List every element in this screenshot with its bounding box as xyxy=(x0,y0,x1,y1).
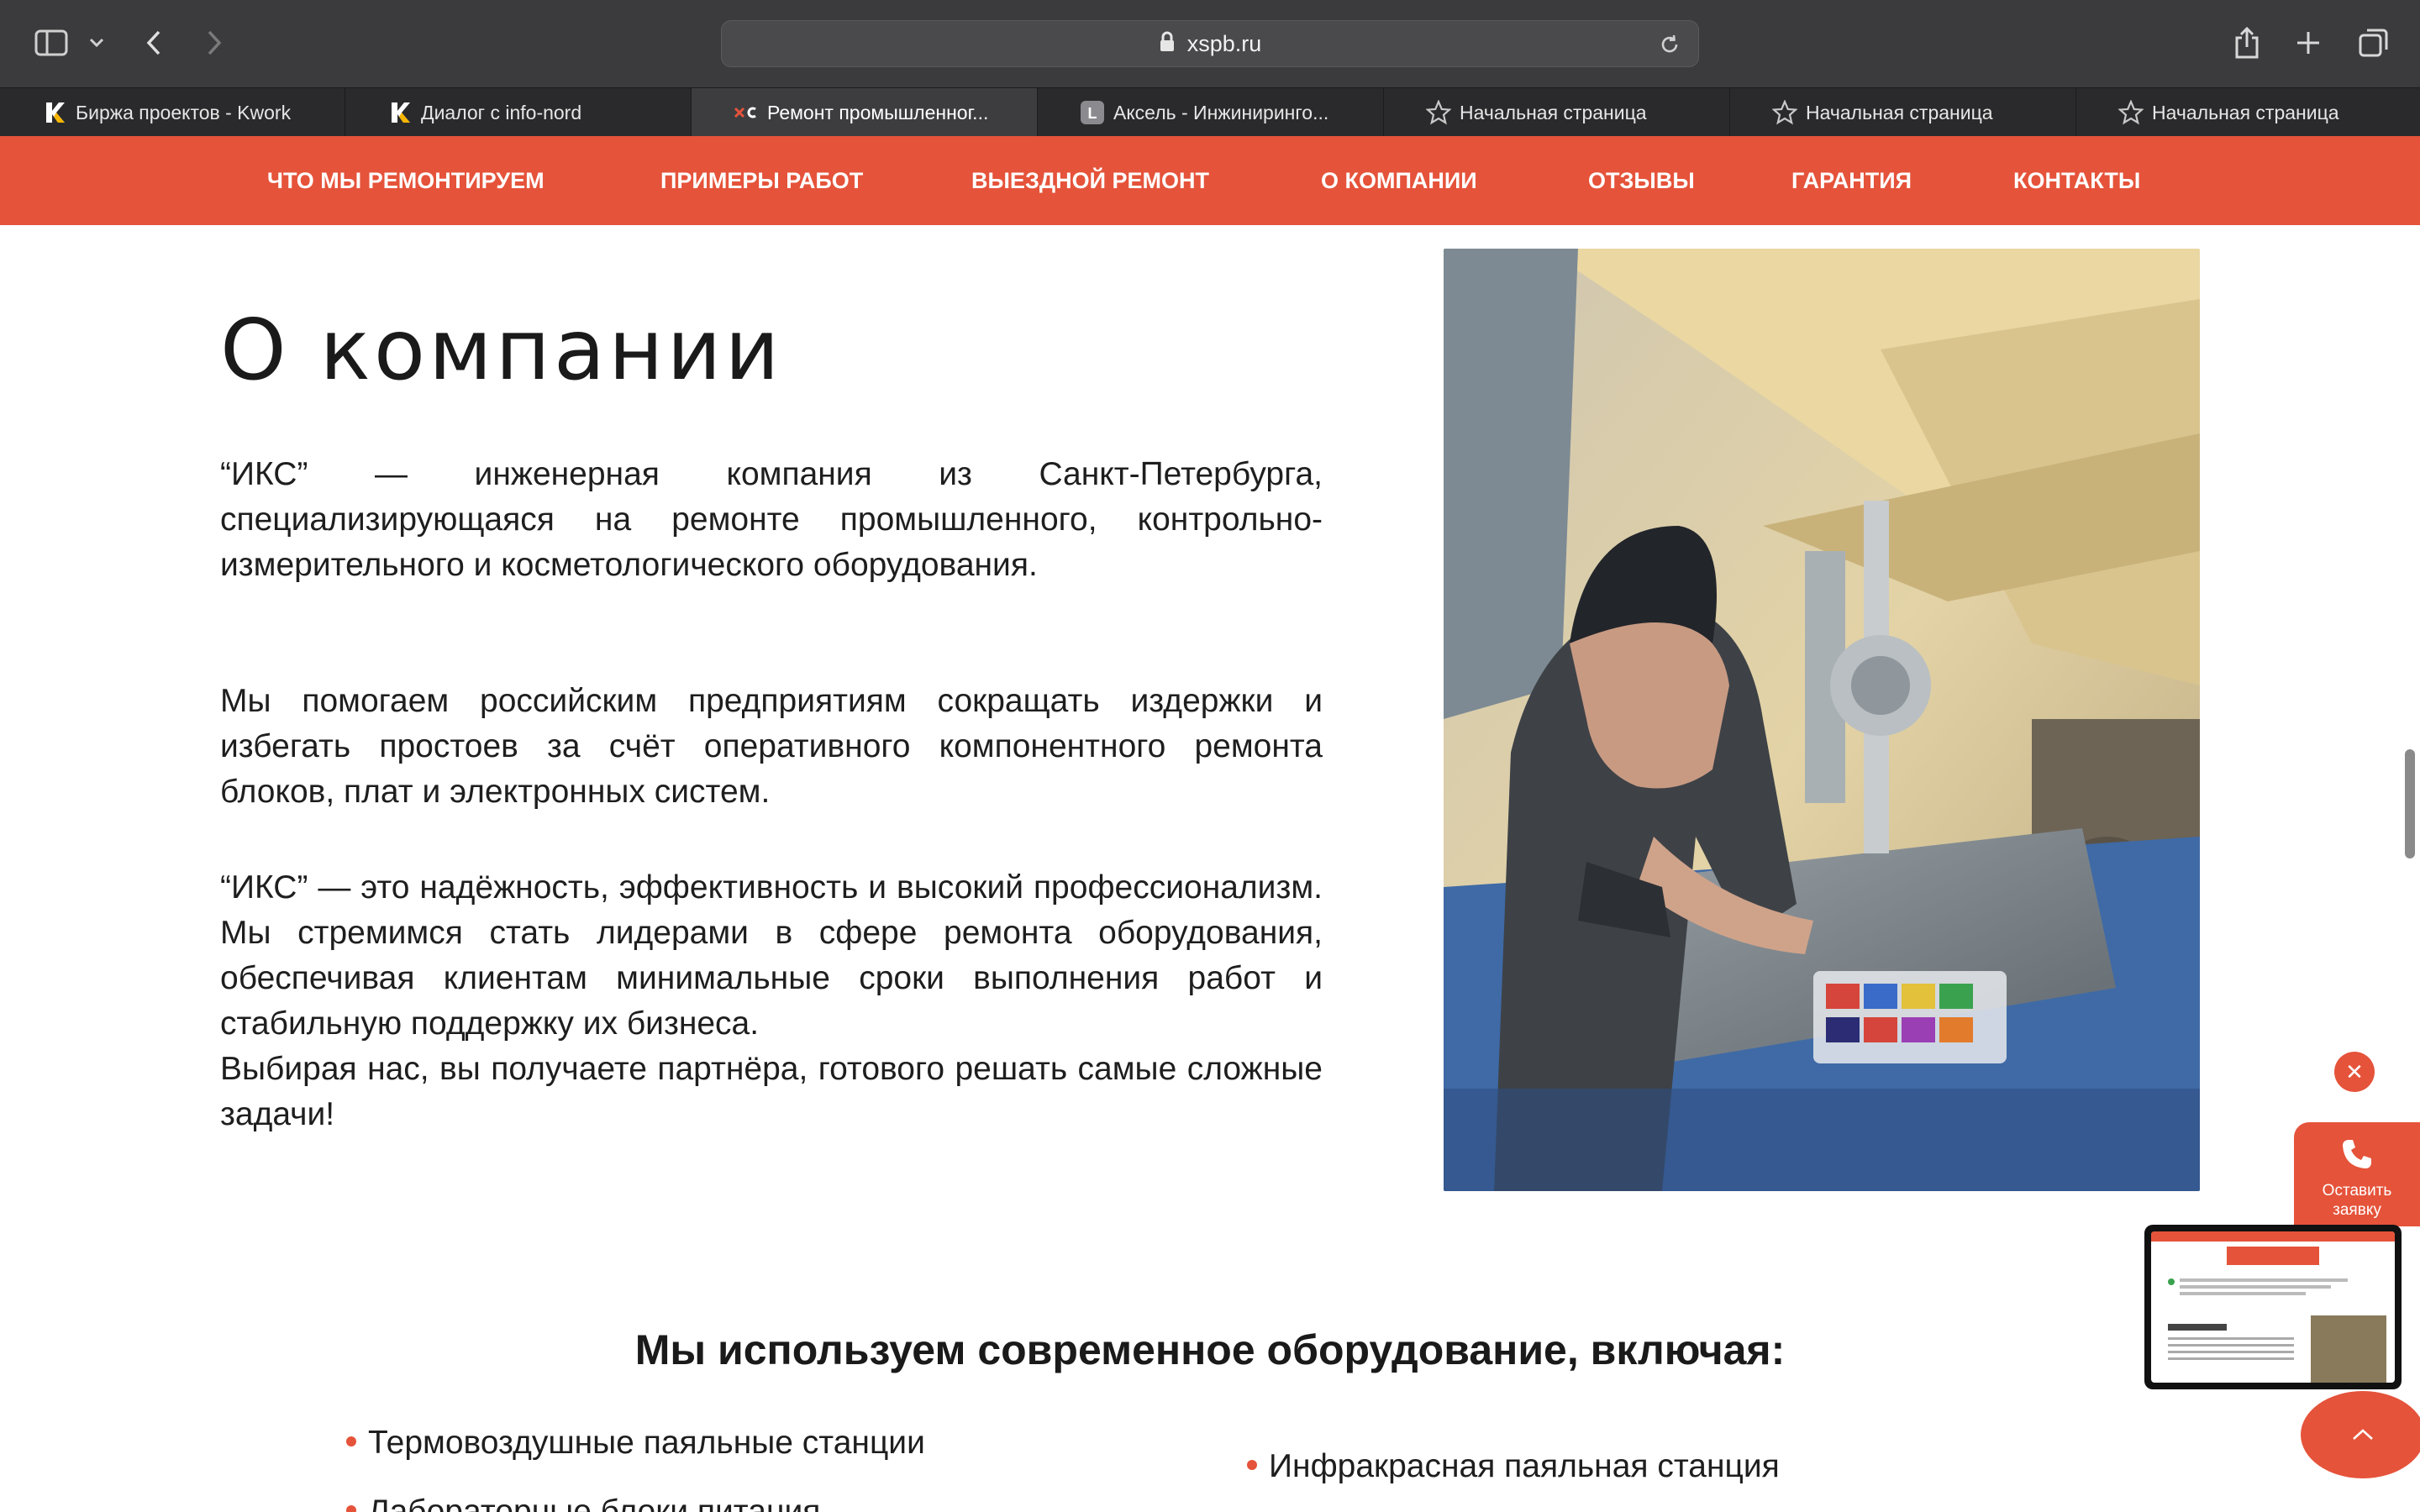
close-icon: ✕ xyxy=(2345,1058,2364,1084)
sidebar-toggle-icon[interactable] xyxy=(32,25,71,60)
about-paragraph-1: “ИКС” — инженерная компания из Санкт-Пет… xyxy=(220,456,1323,583)
phone-icon xyxy=(2294,1137,2420,1176)
workshop-photo xyxy=(1444,249,2200,1191)
kwork-k-icon xyxy=(387,100,413,125)
url-text: xspb.ru xyxy=(1186,30,1262,56)
close-widget-button[interactable]: ✕ xyxy=(2334,1052,2375,1092)
tab-xspb-active[interactable]: Ремонт промышленног... xyxy=(692,88,1038,137)
tab-label: Аксель - Инжиниринго... xyxy=(1113,101,1329,123)
equipment-heading-bold: современное оборудование xyxy=(977,1326,1567,1373)
browser-window: xspb.ru Биржа проектов - Kwork Диалог с … xyxy=(0,0,2420,1512)
nav-work-examples[interactable]: ПРИМЕРЫ РАБОТ xyxy=(660,136,863,225)
lock-icon xyxy=(1159,31,1176,57)
chevron-up-icon xyxy=(2353,1429,2373,1440)
tab-dialog[interactable]: Диалог с info-nord xyxy=(345,88,692,137)
tab-aksel[interactable]: L Аксель - Инжиниринго... xyxy=(1038,88,1384,137)
equipment-heading-post: , включая: xyxy=(1566,1326,1786,1373)
tab-kwork[interactable]: Биржа проектов - Kwork xyxy=(0,88,345,137)
tab-label: Биржа проектов - Kwork xyxy=(76,101,292,123)
xspb-logo-icon xyxy=(734,100,759,125)
tab-start-2[interactable]: Начальная страница xyxy=(1730,88,2076,137)
equipment-heading: Мы используем современное оборудование, … xyxy=(0,1326,2420,1374)
svg-text:L: L xyxy=(1088,105,1097,122)
address-bar[interactable]: xspb.ru xyxy=(721,20,1699,67)
nav-warranty[interactable]: ГАРАНТИЯ xyxy=(1791,136,1912,225)
equipment-item-label: Термовоздушные паяльные станции xyxy=(368,1425,925,1461)
nav-onsite-repair[interactable]: ВЫЕЗДНОЙ РЕМОНТ xyxy=(971,136,1209,225)
equipment-item-label: Инфракрасная паяльная станция xyxy=(1269,1448,1780,1484)
star-icon xyxy=(1426,100,1451,125)
forward-icon[interactable] xyxy=(200,25,229,60)
tab-label: Начальная страница xyxy=(1460,101,1647,123)
page-scrollbar[interactable] xyxy=(2405,749,2415,858)
bullet-dot xyxy=(346,1504,356,1512)
about-paragraph-4: Выбирая нас, вы получаете партнёра, гото… xyxy=(220,1051,1323,1132)
equipment-item: Инфракрасная паяльная станция xyxy=(1247,1448,1780,1485)
nav-about[interactable]: О КОМПАНИИ xyxy=(1321,136,1477,225)
tab-label: Начальная страница xyxy=(2152,101,2339,123)
tab-label: Ремонт промышленног... xyxy=(767,101,989,123)
site-nav: ЧТО МЫ РЕМОНТИРУЕМ ПРИМЕРЫ РАБОТ ВЫЕЗДНО… xyxy=(0,136,2420,225)
bullet-dot xyxy=(1247,1459,1257,1470)
equipment-item-label: Лабораторные блоки питания xyxy=(368,1494,821,1512)
callback-label-line1: Оставить xyxy=(2322,1182,2392,1200)
new-tab-icon[interactable] xyxy=(2291,25,2326,60)
star-icon xyxy=(2118,100,2144,125)
bullet-dot xyxy=(346,1436,356,1446)
star-icon xyxy=(1772,100,1797,125)
back-icon[interactable] xyxy=(139,25,168,60)
nav-contacts[interactable]: КОНТАКТЫ xyxy=(2013,136,2140,225)
about-paragraph-3: “ИКС” — это надёжность, эффективность и … xyxy=(220,869,1323,1042)
nav-what-we-repair[interactable]: ЧТО МЫ РЕМОНТИРУЕМ xyxy=(267,136,544,225)
nav-reviews[interactable]: ОТЗЫВЫ xyxy=(1588,136,1695,225)
browser-toolbar: xspb.ru xyxy=(0,0,2420,87)
tab-overview-icon[interactable] xyxy=(2354,24,2393,62)
tab-label: Начальная страница xyxy=(1806,101,1993,123)
reload-icon[interactable] xyxy=(1658,33,1681,60)
tab-start-3[interactable]: Начальная страница xyxy=(2076,88,2420,137)
callback-label-line2: заявку xyxy=(2333,1201,2381,1219)
share-icon[interactable] xyxy=(2228,22,2265,64)
chevron-down-icon[interactable] xyxy=(84,30,109,55)
kwork-k-icon xyxy=(42,100,67,125)
tab-label: Диалог с info-nord xyxy=(421,101,582,123)
about-paragraph-2: Мы помогаем российским предприятиям сокр… xyxy=(220,683,1323,810)
callback-request-button[interactable]: Оставить заявку xyxy=(2294,1122,2420,1226)
equipment-item: Лабораторные блоки питания xyxy=(346,1494,820,1512)
page-preview-thumbnail[interactable] xyxy=(2144,1225,2402,1389)
tab-bar: Биржа проектов - Kwork Диалог с info-nor… xyxy=(0,87,2420,137)
letter-l-icon: L xyxy=(1080,100,1105,125)
equipment-item: Термовоздушные паяльные станции xyxy=(346,1425,925,1462)
tab-start-1[interactable]: Начальная страница xyxy=(1384,88,1730,137)
scroll-to-top-button[interactable] xyxy=(2301,1391,2420,1478)
equipment-heading-pre: Мы используем xyxy=(634,1326,978,1373)
about-heading: О компании xyxy=(220,301,783,399)
